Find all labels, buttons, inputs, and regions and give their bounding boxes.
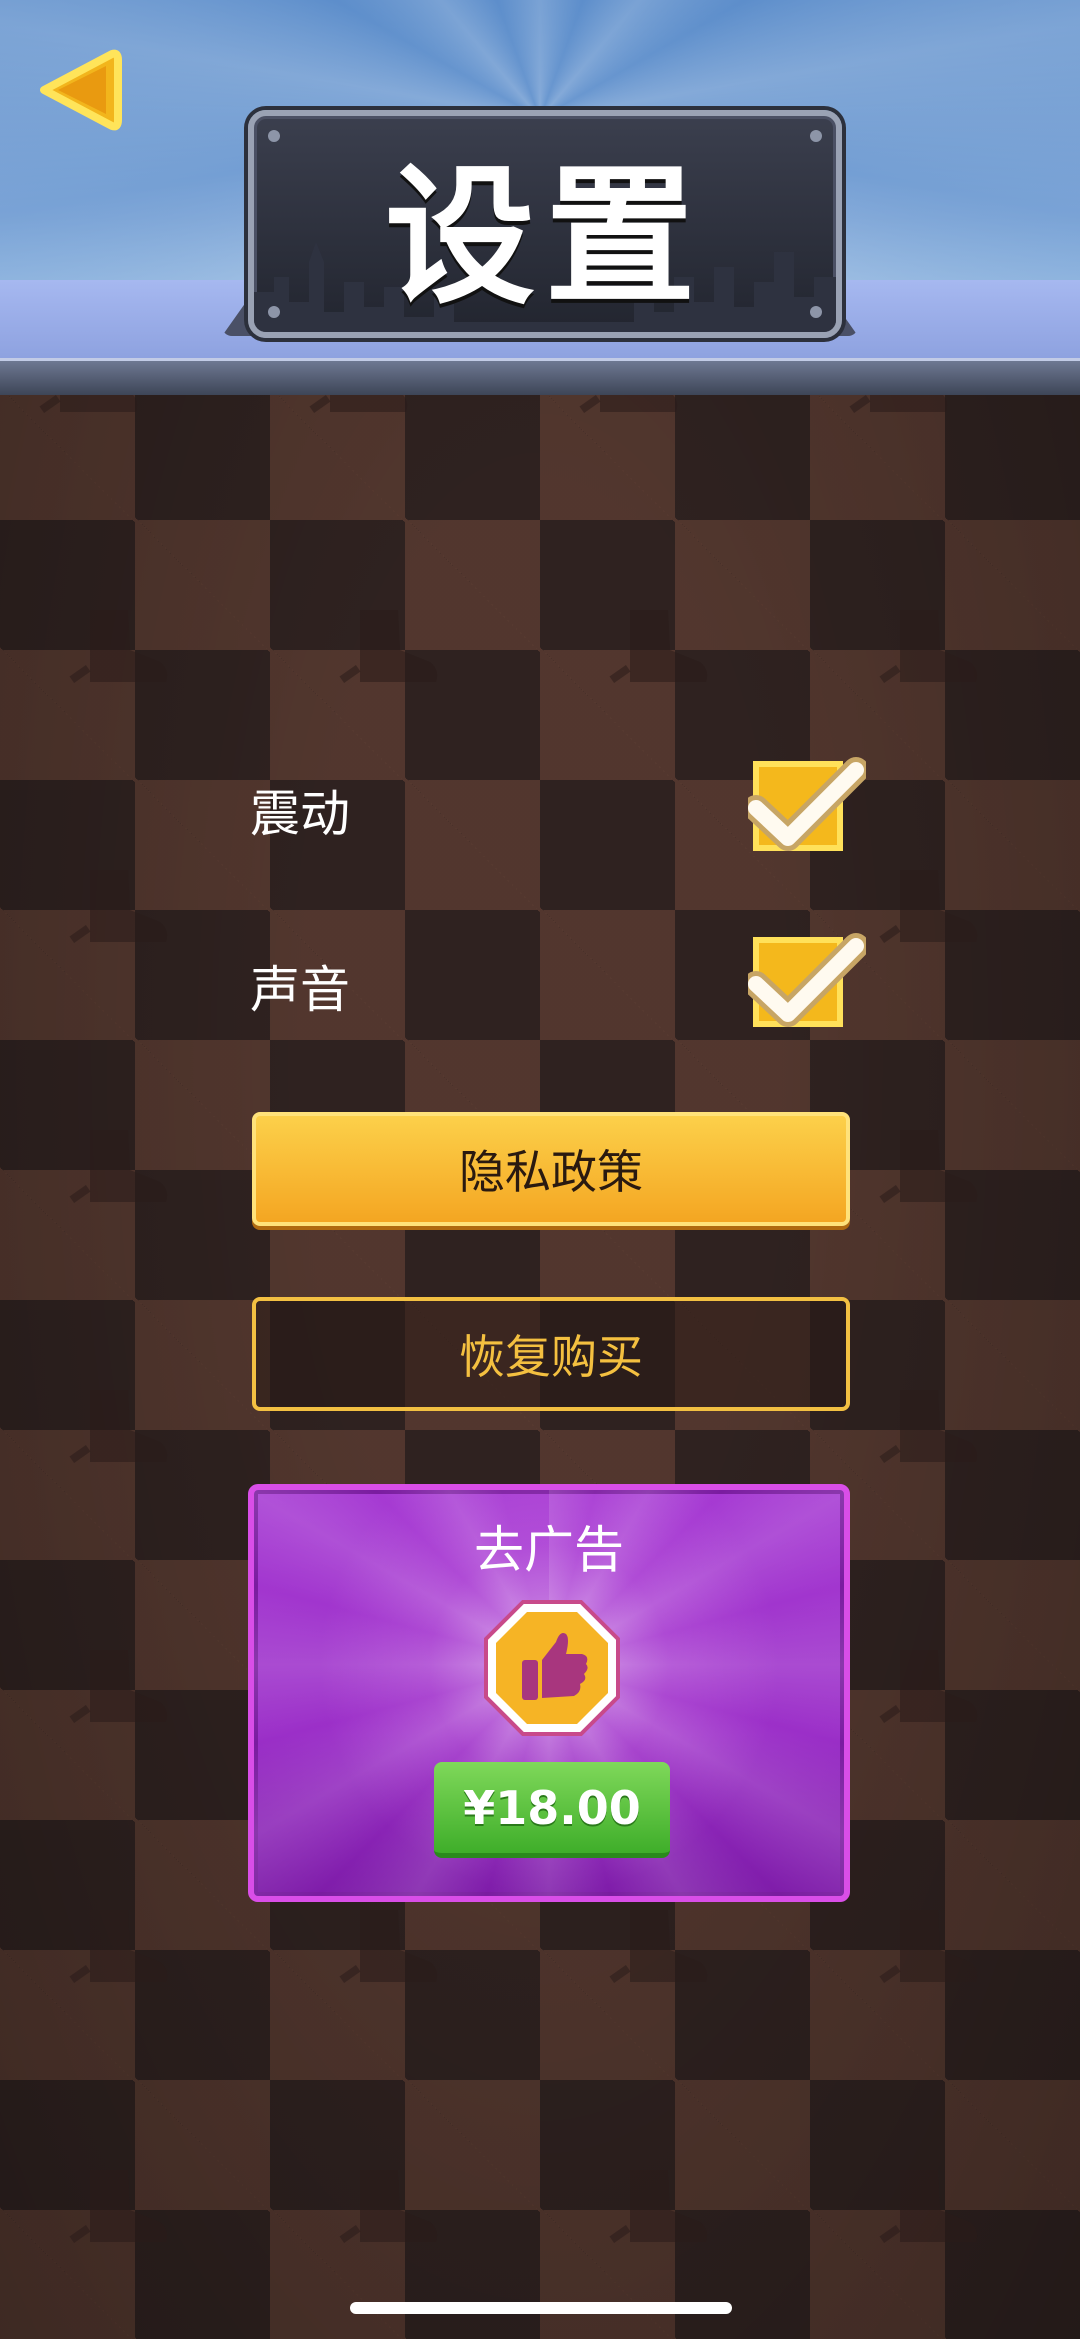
- header-bottom-ledge: [0, 358, 1080, 395]
- checkmark-icon: [743, 933, 869, 1027]
- price-label: ¥18.00: [463, 1780, 641, 1835]
- restore-purchase-button[interactable]: 恢复购买: [252, 1297, 850, 1411]
- page-title: 设置: [384, 150, 705, 325]
- vibration-checkbox[interactable]: [743, 756, 869, 856]
- privacy-policy-button[interactable]: 隐私政策: [252, 1112, 850, 1226]
- restore-purchase-label: 恢复购买: [459, 1330, 643, 1384]
- price-button[interactable]: ¥18.00: [434, 1762, 670, 1858]
- remove-ads-title: 去广告: [474, 1521, 624, 1579]
- title-plate: 设置: [248, 110, 842, 338]
- remove-ads-card[interactable]: 去广告 ¥18.00: [248, 1484, 850, 1902]
- home-indicator[interactable]: [350, 2302, 732, 2314]
- vibration-label: 震动: [250, 785, 350, 843]
- sound-label: 声音: [250, 961, 350, 1019]
- sound-checkbox[interactable]: [743, 932, 869, 1032]
- checkmark-icon: [743, 757, 869, 851]
- back-arrow-icon: [40, 49, 122, 131]
- privacy-policy-label: 隐私政策: [459, 1145, 643, 1199]
- back-button[interactable]: [36, 48, 124, 132]
- thumbs-up-icon: [484, 1600, 620, 1736]
